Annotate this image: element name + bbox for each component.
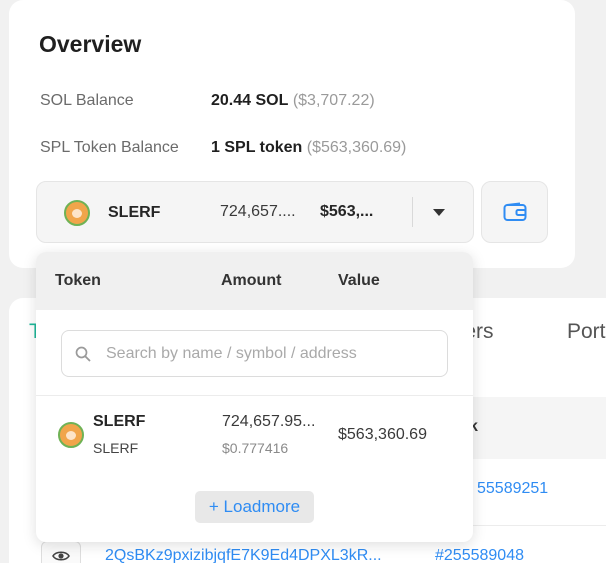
block-link[interactable]: #255589048 <box>435 547 524 563</box>
slerf-token-icon <box>64 200 90 226</box>
token-name: SLERF <box>93 413 146 430</box>
token-value: $563,360.69 <box>338 426 427 443</box>
token-price: $0.777416 <box>222 440 289 456</box>
token-symbol: SLERF <box>93 440 139 456</box>
selected-token-name: SLERF <box>108 204 161 221</box>
sol-amount: 20.44 SOL <box>211 92 289 109</box>
spl-balance-value: 1 SPL token ($563,360.69) <box>211 139 406 157</box>
search-icon <box>75 346 91 362</box>
spl-balance-label: SPL Token Balance <box>40 139 179 156</box>
search-input[interactable] <box>106 332 436 375</box>
spl-usd: ($563,360.69) <box>306 139 407 156</box>
tab-portfolio[interactable]: Port <box>567 320 606 344</box>
sol-balance-label: SOL Balance <box>40 92 134 109</box>
block-link[interactable]: 55589251 <box>477 480 548 498</box>
column-amount: Amount <box>221 272 282 289</box>
table-header <box>470 397 606 459</box>
eye-icon <box>52 551 70 561</box>
page-title: Overview <box>39 31 142 57</box>
token-dropdown: Token Amount Value SLERF SLERF 724,657.9… <box>36 252 473 542</box>
column-token: Token <box>55 272 101 289</box>
dropdown-header: Token Amount Value <box>36 252 473 310</box>
view-button[interactable] <box>41 541 81 563</box>
sol-usd: ($3,707.22) <box>292 92 375 109</box>
chevron-down-icon[interactable] <box>433 209 445 216</box>
token-selector[interactable]: SLERF 724,657.... $563,... <box>36 181 474 243</box>
selected-token-amount: 724,657.... <box>220 203 296 220</box>
row-divider <box>472 525 606 526</box>
wallet-button[interactable] <box>481 181 548 243</box>
token-amount: 724,657.95... <box>222 413 316 430</box>
slerf-token-icon <box>58 422 84 448</box>
spl-amount: 1 SPL token <box>211 139 303 156</box>
wallet-icon <box>503 202 527 221</box>
signature-link[interactable]: 2QsBKz9pxizibjqfE7K9Ed4DPXL3kR... <box>105 547 397 563</box>
sol-balance-value: 20.44 SOL ($3,707.22) <box>211 92 375 110</box>
token-search <box>61 330 448 377</box>
divider <box>36 395 473 396</box>
column-value: Value <box>338 272 380 289</box>
load-more-button[interactable]: + Loadmore <box>195 491 314 523</box>
selected-token-value: $563,... <box>320 203 374 220</box>
divider <box>412 197 413 227</box>
